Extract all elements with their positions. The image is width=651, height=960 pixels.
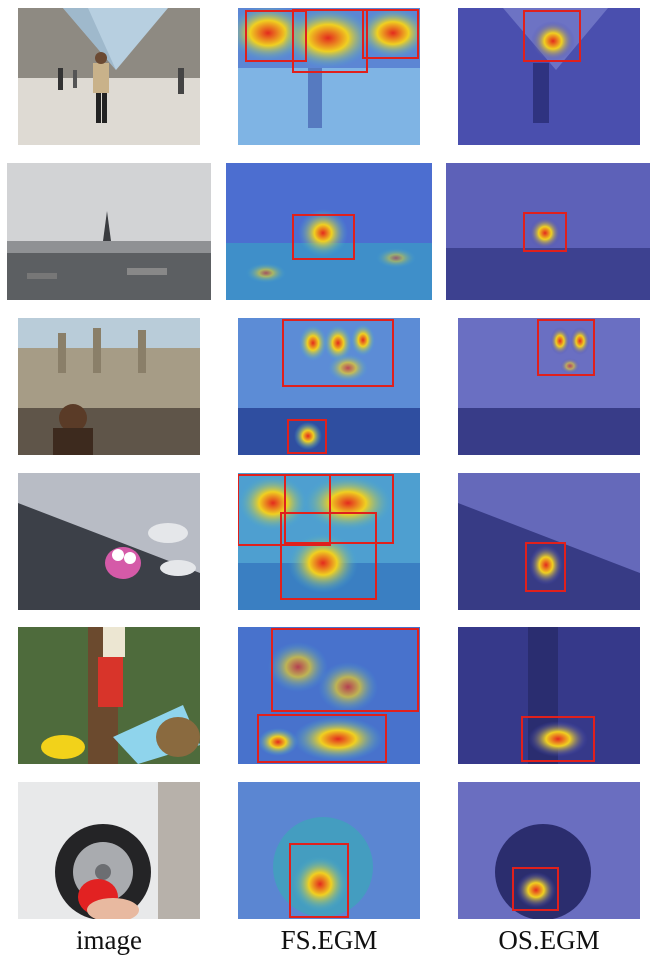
row6-os-heatmap <box>458 782 640 919</box>
row5-os-heatmap <box>458 627 640 764</box>
row1-fs-heatmap <box>238 8 420 145</box>
row2-os-heatmap <box>446 163 650 300</box>
row6-image <box>18 782 200 919</box>
row4-os-heatmap <box>458 473 640 610</box>
row3-os-heatmap <box>458 318 640 455</box>
row5-image <box>18 627 200 764</box>
row6-fs-heatmap <box>238 782 420 919</box>
row3-fs-heatmap <box>238 318 420 455</box>
caption-fs-egm: FS.EGM <box>280 925 378 955</box>
caption-image: image <box>76 925 142 955</box>
row4-image <box>18 473 200 610</box>
row2-image <box>7 163 211 300</box>
row3-image <box>18 318 200 455</box>
row1-os-heatmap <box>458 8 640 145</box>
row1-image <box>18 8 200 145</box>
caption-os-egm: OS.EGM <box>498 925 600 955</box>
row5-fs-heatmap <box>238 627 420 764</box>
row2-fs-heatmap <box>226 163 432 300</box>
row4-fs-heatmap <box>238 473 420 610</box>
